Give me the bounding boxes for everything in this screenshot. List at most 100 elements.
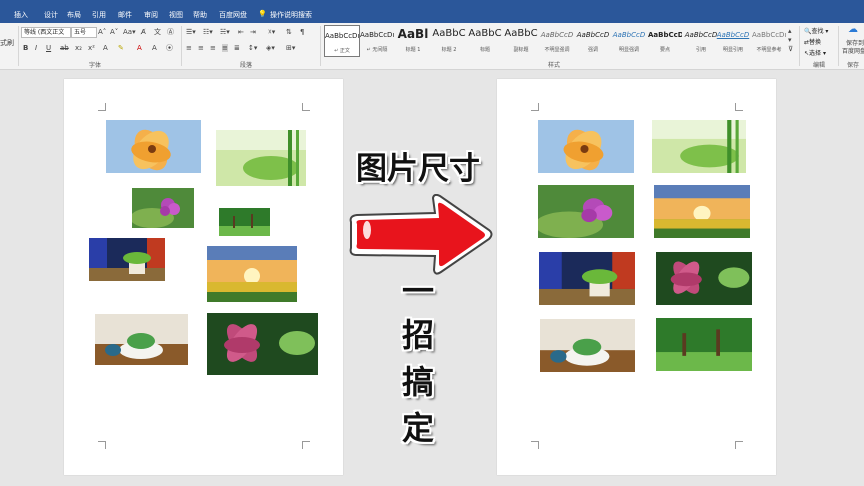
photo-potted-grass[interactable] bbox=[539, 252, 635, 305]
photo-purple-flower[interactable] bbox=[132, 188, 194, 228]
chinese-layout-icon[interactable]: ☓▾ bbox=[268, 28, 275, 36]
red-arrow-icon bbox=[349, 194, 493, 275]
char-shading-icon[interactable]: A bbox=[152, 44, 157, 52]
borders-icon[interactable]: ⊞▾ bbox=[286, 44, 295, 52]
photo-sunset-field[interactable] bbox=[207, 246, 297, 302]
photo-lily-orange[interactable] bbox=[538, 120, 634, 173]
style-intense-emphasis[interactable]: AaBbCcD 明显强调 bbox=[612, 25, 646, 55]
find-button[interactable]: 🔍查找 ▾ bbox=[804, 26, 828, 35]
subscript-icon[interactable]: x₂ bbox=[75, 44, 82, 52]
photo-lily-orange[interactable] bbox=[106, 120, 201, 173]
tab-review[interactable]: 审阅 bbox=[144, 10, 158, 20]
style-subtle-emphasis[interactable]: AaBbCcD 不明显强调 bbox=[540, 25, 574, 55]
format-painter-label[interactable]: 式刷 bbox=[0, 39, 14, 47]
style-sample: AaBbCcD bbox=[540, 31, 574, 39]
clear-format-icon[interactable]: A̸ bbox=[141, 28, 146, 36]
bullets-icon[interactable]: ☰▾ bbox=[186, 28, 196, 36]
crop-mark bbox=[98, 103, 106, 111]
style-title[interactable]: AaBbC 标题 bbox=[468, 25, 502, 55]
baidu-netdisk-label[interactable]: 百度网盘 bbox=[842, 48, 864, 56]
style-subtitle[interactable]: AaBbC 副标题 bbox=[504, 25, 538, 55]
style-heading-1[interactable]: AaBl 标题 1 bbox=[396, 25, 430, 55]
style-normal[interactable]: AaBbCcDı ↵ 正文 bbox=[324, 25, 360, 57]
tab-layout[interactable]: 布局 bbox=[67, 10, 81, 20]
align-left-icon[interactable]: ≡ bbox=[186, 44, 192, 52]
font-size-select[interactable]: 五号 bbox=[71, 27, 97, 38]
photo-pink-lily[interactable] bbox=[207, 313, 318, 375]
style-strong[interactable]: AaBbCcD 要点 bbox=[648, 25, 682, 55]
cloud-icon[interactable]: ☁ bbox=[848, 25, 858, 35]
styles-scroll-down-icon[interactable]: ▾ bbox=[788, 36, 792, 44]
photo-potted-grass[interactable] bbox=[89, 238, 165, 281]
crop-mark bbox=[531, 441, 539, 449]
find-label: 查找 bbox=[811, 28, 824, 35]
grow-font-icon[interactable]: A˄ bbox=[98, 28, 106, 36]
font-color-icon[interactable]: A bbox=[137, 44, 142, 52]
line-spacing-icon[interactable]: ↕▾ bbox=[248, 44, 257, 52]
italic-icon[interactable]: I bbox=[35, 44, 37, 52]
bold-icon[interactable]: B bbox=[23, 44, 28, 52]
align-center-icon[interactable]: ≡ bbox=[198, 44, 204, 52]
style-heading-2[interactable]: AaBbC 标题 2 bbox=[432, 25, 466, 55]
tab-design[interactable]: 设计 bbox=[44, 10, 58, 20]
editing-group-label: 编辑 bbox=[813, 62, 826, 69]
char-border-icon[interactable]: ⦿ bbox=[166, 44, 173, 52]
change-case-icon[interactable]: Aa▾ bbox=[123, 28, 136, 36]
increase-indent-icon[interactable]: ⇥ bbox=[250, 28, 256, 36]
photo-park-trees[interactable] bbox=[219, 208, 270, 236]
style-name: 不明显参考 bbox=[756, 47, 782, 53]
shrink-font-icon[interactable]: A˅ bbox=[110, 28, 118, 36]
style-name: 引用 bbox=[695, 47, 706, 53]
superscript-icon[interactable]: x² bbox=[88, 44, 95, 52]
style-subtle-reference[interactable]: AaBbCcDı 不明显参考 bbox=[752, 25, 786, 55]
photo-succulent-bowl[interactable] bbox=[540, 319, 635, 372]
photo-park-trees[interactable] bbox=[656, 318, 752, 371]
style-emphasis[interactable]: AaBbCcD 强调 bbox=[576, 25, 610, 55]
photo-sunset-field[interactable] bbox=[654, 185, 750, 238]
tab-baidu-netdisk[interactable]: 百度网盘 bbox=[219, 10, 247, 20]
overlay-char: 一 bbox=[401, 272, 434, 310]
style-name: 明显强调 bbox=[618, 47, 639, 53]
photo-succulent-bowl[interactable] bbox=[95, 314, 188, 365]
phonetic-icon[interactable]: 文 bbox=[154, 28, 161, 36]
paragraph-shading-icon[interactable]: ◈▾ bbox=[266, 44, 275, 52]
text-effects-icon[interactable]: A bbox=[103, 44, 108, 52]
styles-more-icon[interactable]: ⊽ bbox=[788, 45, 793, 53]
numbering-icon[interactable]: ☷▾ bbox=[203, 28, 213, 36]
justify-icon[interactable]: ≡ bbox=[222, 44, 228, 52]
multilevel-list-icon[interactable]: ☵▾ bbox=[220, 28, 230, 36]
font-name-select[interactable]: 等线 (西文正文 bbox=[21, 27, 71, 38]
styles-scroll-up-icon[interactable]: ▴ bbox=[788, 27, 792, 35]
align-right-icon[interactable]: ≡ bbox=[210, 44, 216, 52]
photo-green-leaves[interactable] bbox=[216, 130, 306, 186]
style-intense-quote[interactable]: AaBbCcD 明显引用 bbox=[716, 25, 750, 55]
photo-purple-flower[interactable] bbox=[538, 185, 634, 238]
tab-insert[interactable]: 插入 bbox=[14, 10, 28, 20]
tell-me-search[interactable]: 操作说明搜索 bbox=[270, 10, 312, 20]
decrease-indent-icon[interactable]: ⇤ bbox=[238, 28, 244, 36]
replace-button[interactable]: ⇄替换 bbox=[804, 37, 821, 46]
crop-mark bbox=[302, 441, 310, 449]
replace-label: 替换 bbox=[809, 39, 822, 46]
save-to-label[interactable]: 保存到 bbox=[846, 40, 864, 48]
show-marks-icon[interactable]: ¶ bbox=[300, 28, 304, 36]
tab-references[interactable]: 引用 bbox=[92, 10, 106, 20]
style-name: 标题 2 bbox=[441, 47, 457, 53]
tab-help[interactable]: 帮助 bbox=[193, 10, 207, 20]
tab-view[interactable]: 视图 bbox=[169, 10, 183, 20]
strikethrough-icon[interactable]: ab bbox=[60, 44, 69, 52]
lightbulb-icon: 💡 bbox=[258, 10, 267, 18]
style-quote[interactable]: AaBbCcD 引用 bbox=[684, 25, 718, 55]
select-button[interactable]: ↖选择 ▾ bbox=[804, 48, 826, 57]
highlight-icon[interactable]: ✎ bbox=[118, 44, 124, 52]
save-group-label: 保存 bbox=[847, 62, 860, 69]
photo-green-leaves[interactable] bbox=[652, 120, 746, 173]
photo-pink-lily[interactable] bbox=[656, 252, 752, 305]
sort-icon[interactable]: ⇅ bbox=[286, 28, 292, 36]
underline-icon[interactable]: U bbox=[46, 44, 51, 52]
style-no-spacing[interactable]: AaBbCcDı ↵ 无间隔 bbox=[360, 25, 394, 55]
style-sample: AaBbCcD bbox=[612, 31, 646, 39]
tab-mailings[interactable]: 邮件 bbox=[118, 10, 132, 20]
enclose-char-icon[interactable]: Ⓐ bbox=[167, 28, 174, 36]
distributed-icon[interactable]: ≣ bbox=[234, 44, 240, 52]
